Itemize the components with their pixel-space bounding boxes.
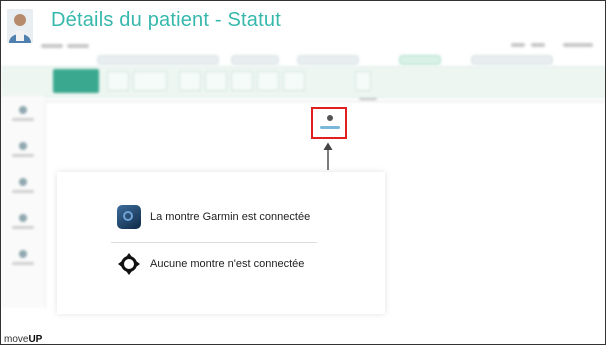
no-watch-connected-icon: [117, 252, 141, 276]
legend-item-garmin-connected: La montre Garmin est connectée: [117, 205, 310, 229]
moveup-logo: moveUP: [4, 334, 43, 345]
toolbar-button[interactable]: [283, 71, 305, 91]
legend-label: La montre Garmin est connectée: [150, 211, 311, 223]
toolbar-active-tab[interactable]: [53, 69, 99, 93]
watch-status-label: [320, 126, 340, 129]
toolbar-button[interactable]: [257, 71, 279, 91]
patient-avatar-icon: [7, 9, 33, 43]
legend-item-no-watch: Aucune montre n'est connectée: [117, 252, 304, 276]
watch-status-icon: [327, 115, 333, 121]
toolbar-button[interactable]: [231, 71, 253, 91]
toolbar-button[interactable]: [355, 71, 371, 91]
watch-status-highlight[interactable]: [311, 107, 347, 139]
page-title: Détails du patient - Statut: [51, 9, 281, 31]
garmin-watch-connected-icon: [117, 205, 141, 229]
toolbar-button[interactable]: [107, 71, 129, 91]
toolbar-button[interactable]: [179, 71, 201, 91]
screenshot-frame: Détails du patient - Statut La montre Ga…: [0, 0, 606, 345]
toolbar-button[interactable]: [205, 71, 227, 91]
legend-label: Aucune montre n'est connectée: [150, 258, 305, 270]
toolbar-button[interactable]: [133, 71, 167, 91]
sidebar: [1, 96, 46, 308]
watch-status-legend: La montre Garmin est connectée Aucune mo…: [57, 172, 385, 314]
arrow-up-icon: [323, 142, 333, 170]
legend-divider: [111, 242, 317, 243]
